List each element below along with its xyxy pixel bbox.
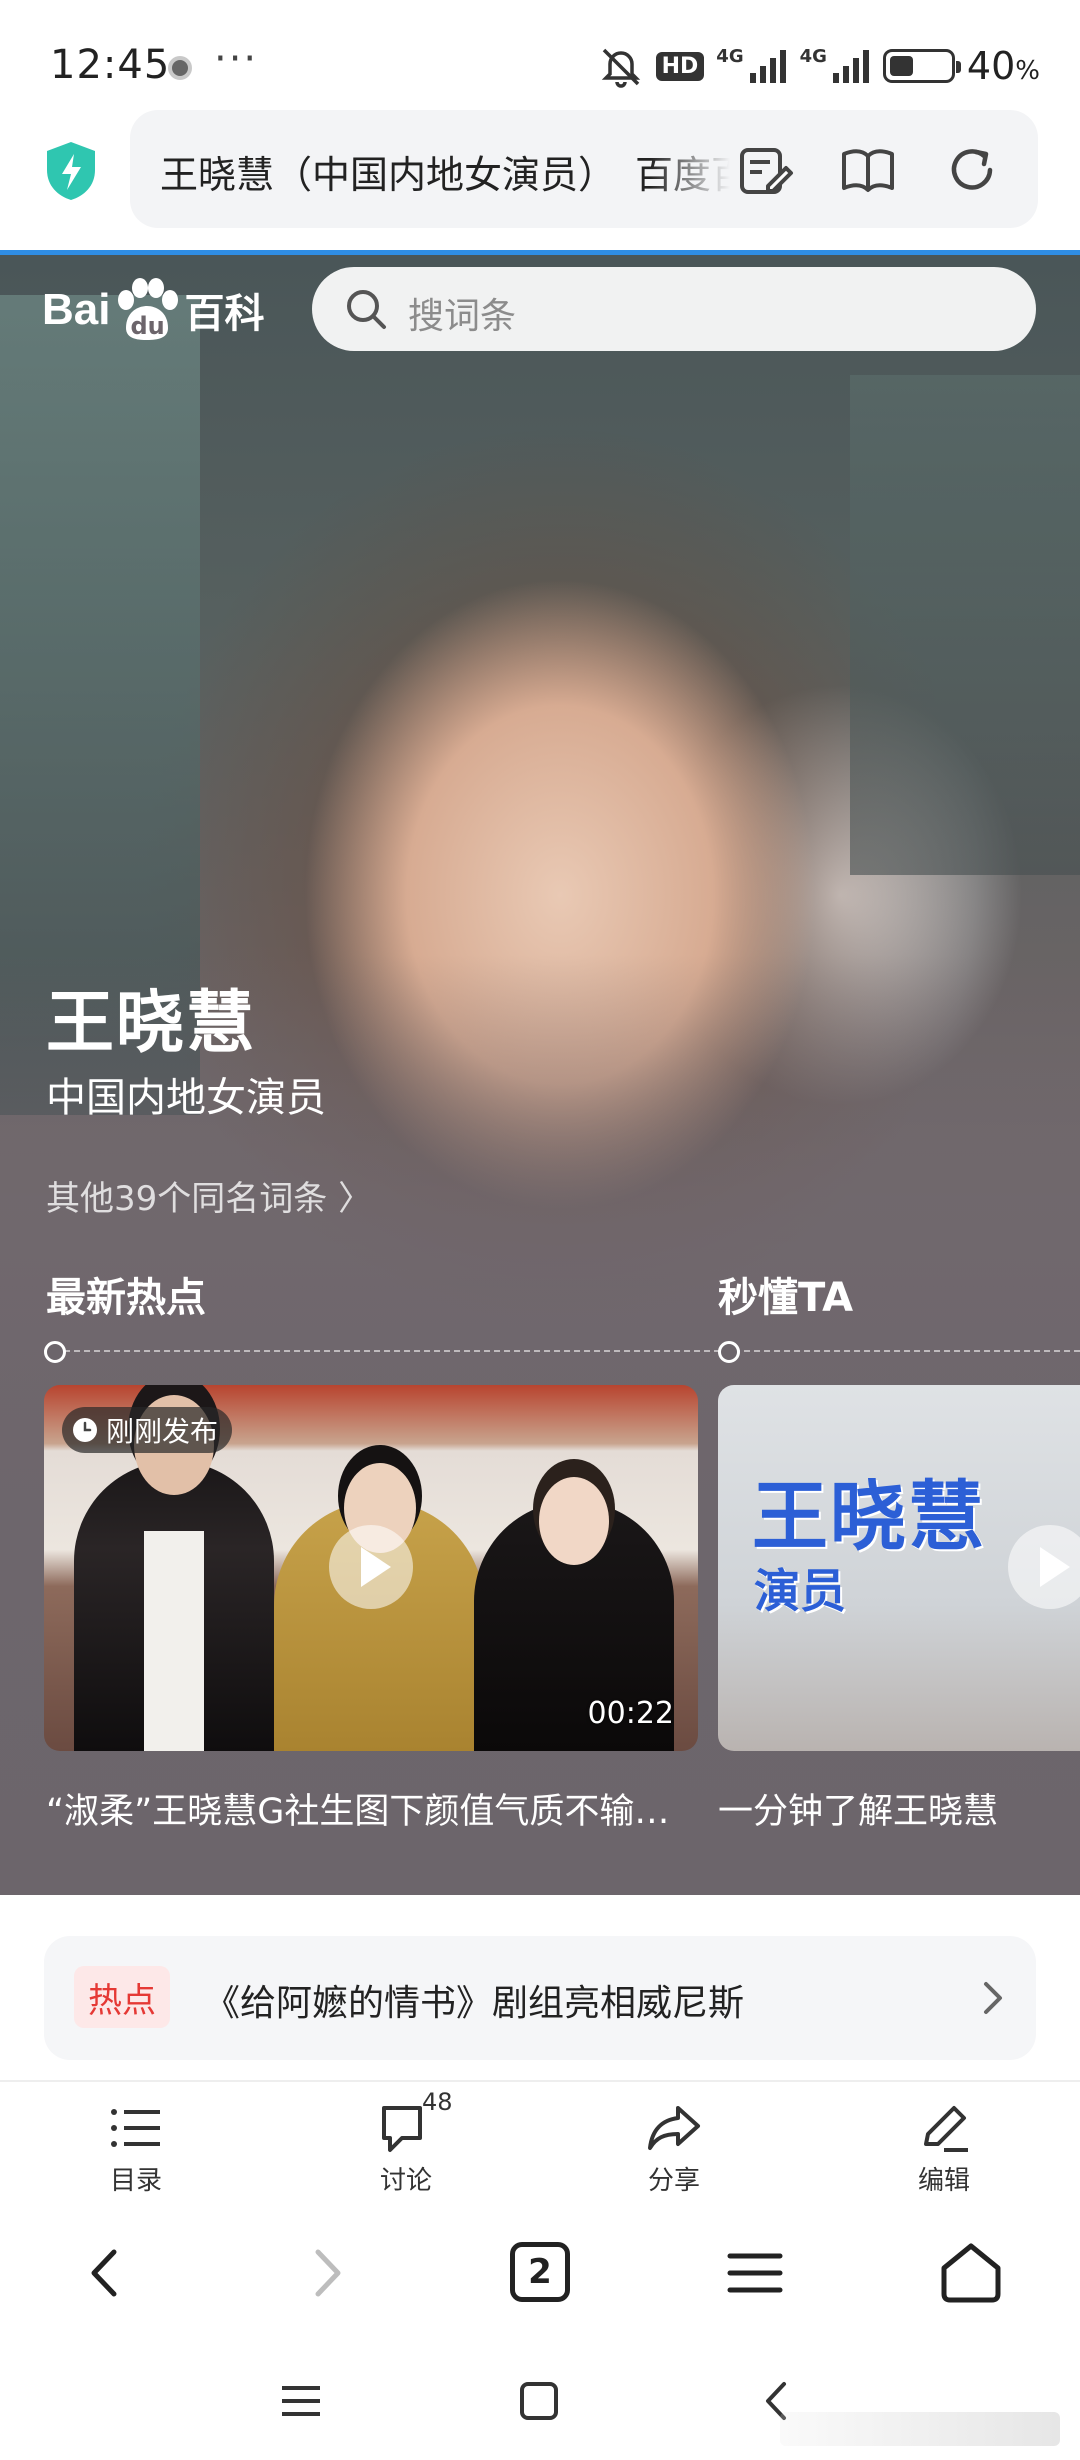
just-published-label: 刚刚发布	[106, 1415, 219, 1448]
reader-mode-icon[interactable]	[838, 140, 898, 200]
search-placeholder: 搜词条	[408, 296, 517, 337]
battery-icon	[882, 49, 961, 83]
address-bar-actions	[734, 140, 1002, 200]
section-latest-hot[interactable]: 最新热点	[46, 1265, 206, 1323]
hot-news-banner[interactable]: 热点 《给阿嬷的情书》剧组亮相威尼斯	[44, 1936, 1036, 2060]
mute-icon	[598, 44, 644, 88]
video-thumb-head-3	[539, 1477, 609, 1565]
list-icon	[106, 2100, 166, 2156]
battery-percent: 40%	[967, 44, 1040, 88]
toolbar-share-label: 分享	[647, 2166, 700, 2196]
address-bar[interactable]: 王晓慧（中国内地女演员）_百度百科	[130, 110, 1038, 228]
entry-subtitle: 中国内地女演员	[46, 1075, 326, 1121]
logo-text-baike: 百科	[184, 291, 265, 337]
edit-note-icon[interactable]	[734, 140, 794, 200]
search-icon	[344, 287, 388, 331]
play-icon[interactable]	[329, 1525, 413, 1609]
battery-fill	[889, 56, 913, 76]
baidu-paw-icon: du	[112, 278, 182, 342]
hot-video-card[interactable]: 刚刚发布 00:22	[44, 1385, 698, 1751]
quick-know-thumb-title: 王晓慧	[752, 1472, 986, 1561]
recording-indicator-icon	[168, 56, 192, 80]
status-more-icon: ···	[214, 36, 259, 82]
hot-video-caption[interactable]: “淑柔”王晓慧G社生图下颜值气质不输…	[46, 1783, 686, 1834]
toolbar-edit[interactable]: 编辑	[874, 2100, 1014, 2197]
gesture-hint-bar	[780, 2412, 1060, 2446]
timeline-divider	[44, 1350, 1080, 1352]
just-published-badge: 刚刚发布	[62, 1407, 233, 1453]
back-icon[interactable]	[72, 2238, 142, 2308]
hd-voice-icon: HD	[655, 51, 705, 81]
tabs-icon[interactable]: 2	[510, 2242, 580, 2312]
hot-news-text[interactable]: 《给阿嬷的情书》剧组亮相威尼斯	[204, 1974, 744, 2026]
discuss-count: 48	[422, 2088, 453, 2116]
entry-hero: Bai du 百科 搜词条 王晓慧 中国内地女演员 其他39个同名词条 〉 最新…	[0, 255, 1080, 1895]
hero-photo-background-right	[850, 375, 1080, 875]
toolbar-contents[interactable]: 目录	[66, 2100, 206, 2197]
entry-toolbar: 目录 48 讨论 分享 编辑	[0, 2080, 1080, 2200]
toolbar-discuss[interactable]: 48 讨论	[336, 2088, 476, 2197]
recent-apps-icon[interactable]	[276, 2376, 326, 2426]
url-text[interactable]: 王晓慧（中国内地女演员）_百度百科	[160, 144, 730, 194]
toolbar-share[interactable]: 分享	[604, 2100, 744, 2197]
edit-icon	[914, 2100, 974, 2156]
clock-icon	[72, 1417, 98, 1443]
network-type-2: 4G	[799, 45, 827, 67]
baidu-baike-logo[interactable]: Bai du 百科	[42, 273, 264, 347]
quick-know-caption[interactable]: 一分钟了解王晓慧	[718, 1783, 1080, 1834]
same-name-entries-link[interactable]: 其他39个同名词条 〉	[46, 1171, 372, 1220]
toolbar-discuss-label: 讨论	[379, 2166, 432, 2196]
play-icon[interactable]	[1008, 1525, 1080, 1609]
system-home-icon[interactable]	[514, 2376, 564, 2426]
quick-know-video-card[interactable]: 王晓慧 演员	[718, 1385, 1080, 1751]
timeline-dot-hot	[44, 1341, 66, 1363]
status-right-group: HD 4G 4G 40%	[598, 44, 1040, 88]
video-thumb-shirt	[144, 1531, 204, 1751]
baike-search-box[interactable]: 搜词条	[312, 267, 1036, 351]
quick-know-thumb-subtitle: 演员	[754, 1564, 846, 1618]
entry-title: 王晓慧	[46, 984, 257, 1063]
status-bar: 12:45 ··· HD 4G 4G 40%	[0, 0, 1080, 110]
browser-nav-bar: 2	[0, 2200, 1080, 2340]
chevron-right-icon[interactable]	[972, 1976, 1012, 2020]
signal-icon-1	[748, 49, 788, 83]
battery-percent-value: 40	[966, 44, 1016, 88]
refresh-icon[interactable]	[942, 140, 1002, 200]
comment-icon: 48	[376, 2088, 453, 2156]
battery-unit: %	[1015, 56, 1040, 86]
share-icon	[644, 2100, 704, 2156]
logo-text-du: du	[130, 312, 165, 340]
timeline-dot-ta	[718, 1341, 740, 1363]
shield-icon[interactable]	[44, 140, 98, 202]
browser-address-row: 王晓慧（中国内地女演员）_百度百科	[0, 110, 1080, 250]
menu-icon[interactable]	[720, 2238, 790, 2308]
logo-text-bai: Bai	[42, 285, 111, 334]
status-time: 12:45	[50, 42, 171, 88]
toolbar-contents-label: 目录	[109, 2166, 162, 2196]
video-duration: 00:22	[587, 1696, 674, 1731]
signal-icon-2	[831, 49, 871, 83]
network-type-1: 4G	[716, 45, 744, 67]
tabs-count: 2	[510, 2242, 570, 2302]
toolbar-edit-label: 编辑	[917, 2166, 970, 2196]
hot-tag: 热点	[74, 1966, 170, 2028]
forward-icon[interactable]	[290, 2238, 360, 2308]
home-icon[interactable]	[936, 2238, 1006, 2308]
section-quick-know[interactable]: 秒懂TA	[718, 1265, 853, 1323]
